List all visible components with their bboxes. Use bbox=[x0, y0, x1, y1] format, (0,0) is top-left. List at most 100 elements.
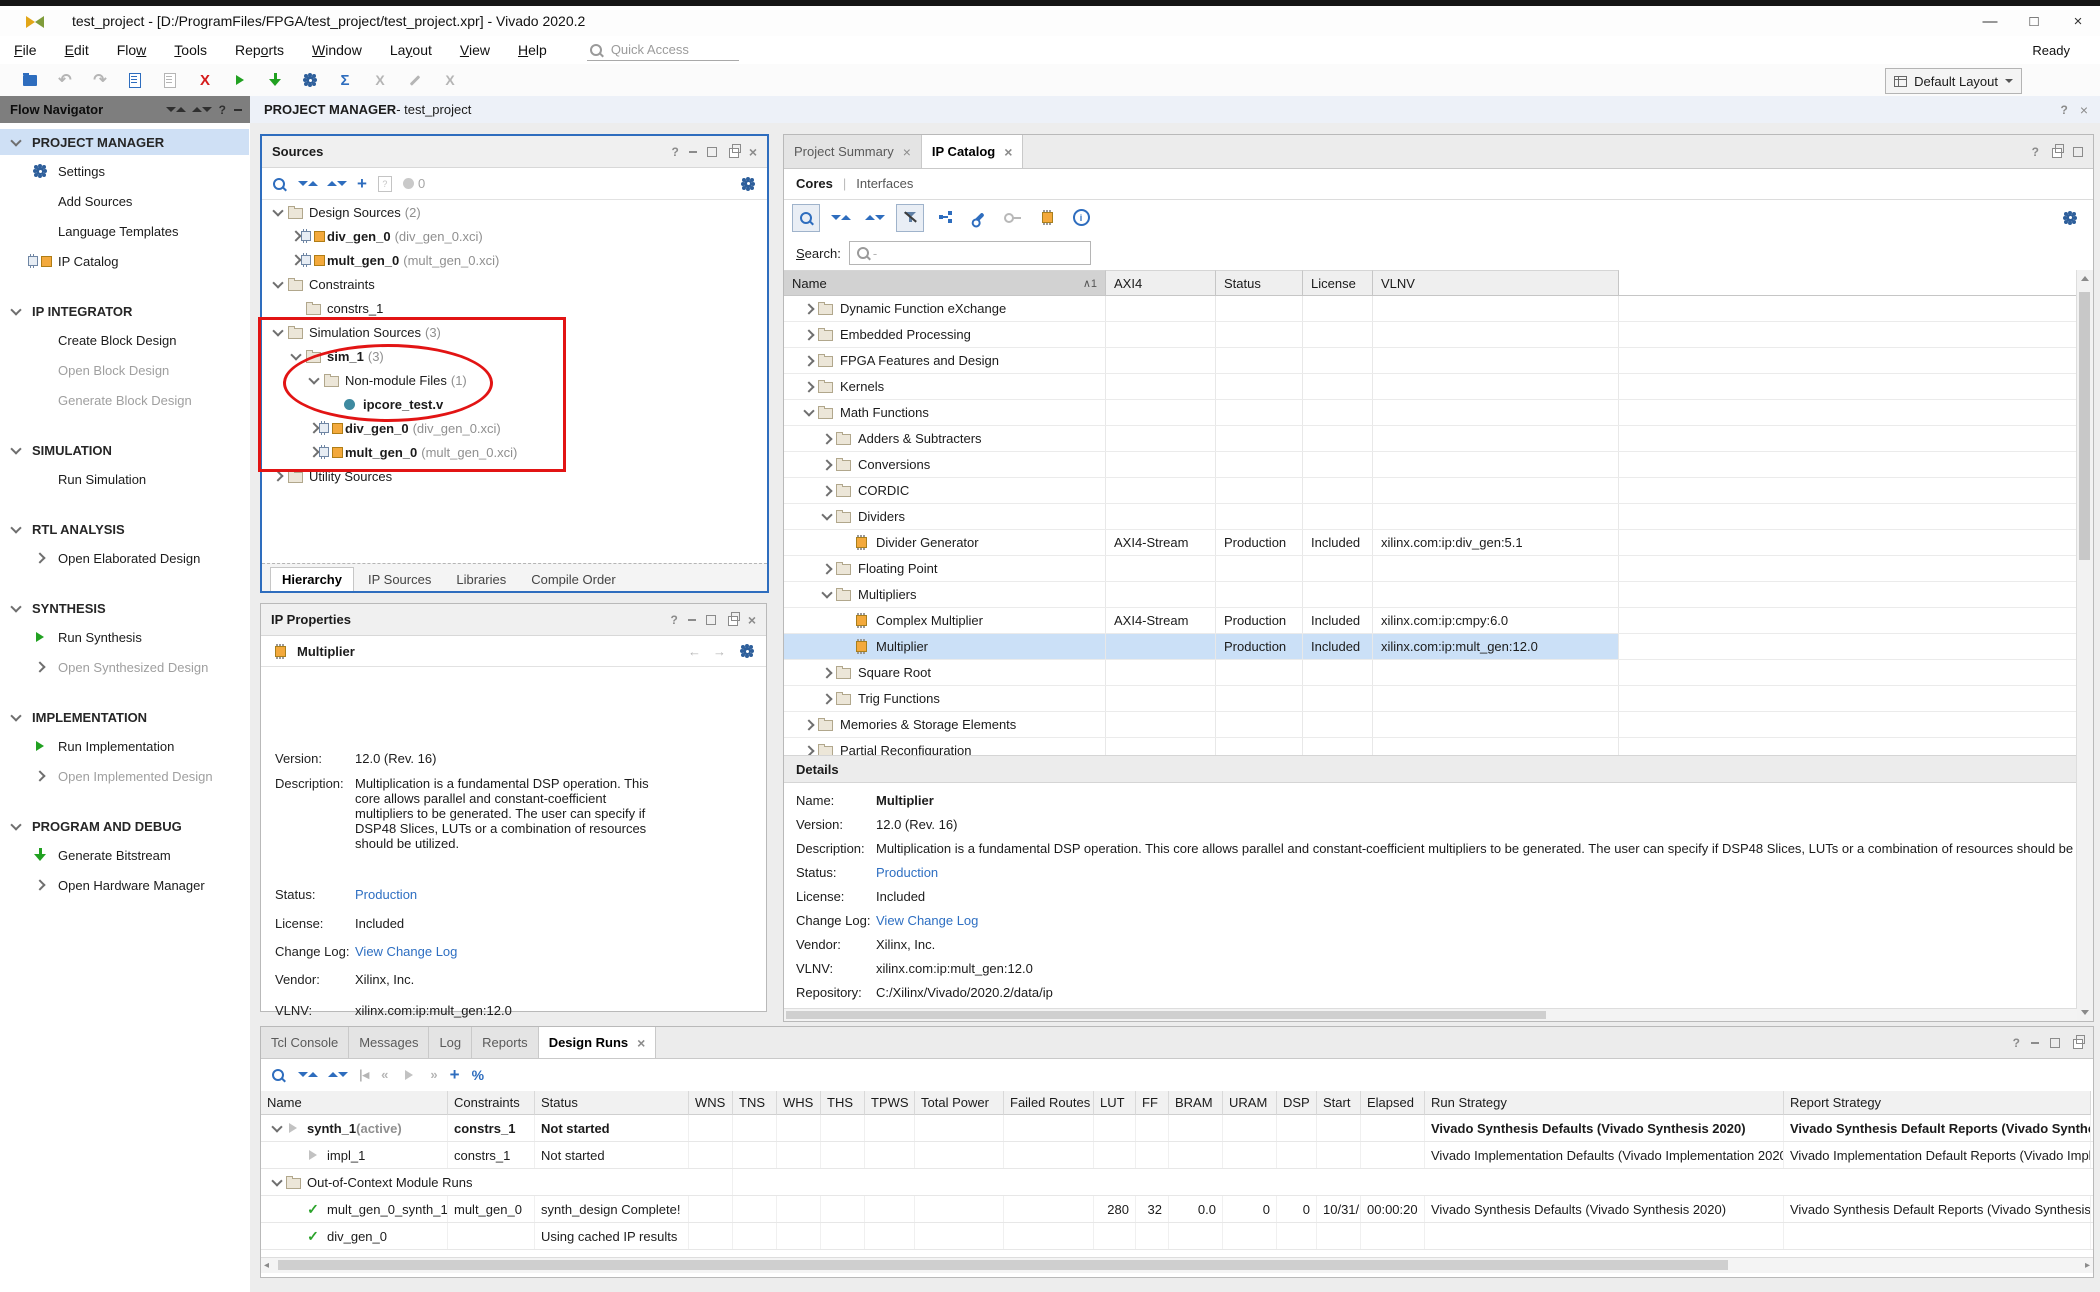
tab-ip-catalog[interactable]: IP Catalog× bbox=[922, 135, 1024, 168]
sidebar-section-simulation[interactable]: SIMULATION bbox=[0, 437, 249, 463]
sidebar-item-open-elaborated-design[interactable]: Open Elaborated Design bbox=[0, 545, 249, 571]
tree-item-non-module-files[interactable]: Non-module Files(1) bbox=[262, 368, 767, 392]
sidebar-item-generate-bitstream[interactable]: Generate Bitstream bbox=[0, 842, 249, 868]
help-icon[interactable]: ? bbox=[670, 613, 677, 627]
column-header-start[interactable]: Start bbox=[1317, 1091, 1361, 1115]
toolbar-clear-button[interactable]: X bbox=[434, 67, 466, 93]
tree-item-div-gen-0[interactable]: div_gen_0(div_gen_0.xci) bbox=[262, 224, 767, 248]
column-header-tns[interactable]: TNS bbox=[733, 1091, 777, 1115]
maximize-button[interactable]: □ bbox=[2012, 13, 2056, 30]
help-icon[interactable]: ? bbox=[219, 103, 226, 117]
close-button[interactable]: × bbox=[2056, 13, 2100, 30]
chevron-down-icon[interactable] bbox=[10, 443, 21, 454]
tree-item-mult-gen-0[interactable]: mult_gen_0(mult_gen_0.xci) bbox=[262, 248, 767, 272]
run-row-out-of-context-module-runs[interactable]: Out-of-Context Module Runs bbox=[261, 1169, 2093, 1196]
toolbar-settings-button[interactable] bbox=[294, 67, 326, 93]
tree-item-mult-gen-0[interactable]: mult_gen_0(mult_gen_0.xci) bbox=[262, 440, 767, 464]
tab-libraries[interactable]: Libraries bbox=[445, 568, 517, 591]
toolbar-open-project-button[interactable] bbox=[14, 67, 46, 93]
chevron-right-icon[interactable] bbox=[821, 459, 832, 470]
chevron-down-icon[interactable] bbox=[10, 135, 21, 146]
column-header-dsp[interactable]: DSP bbox=[1277, 1091, 1317, 1115]
tab-compile-order[interactable]: Compile Order bbox=[520, 568, 627, 591]
catalog-row-floating-point[interactable]: Floating Point bbox=[784, 556, 2077, 582]
close-icon[interactable]: × bbox=[2080, 102, 2088, 118]
menu-edit[interactable]: Edit bbox=[51, 42, 103, 58]
column-header-elapsed[interactable]: Elapsed bbox=[1361, 1091, 1425, 1115]
chevron-down-icon[interactable] bbox=[10, 710, 21, 721]
sidebar-item-open-implemented-design[interactable]: Open Implemented Design bbox=[0, 763, 249, 789]
sidebar-section-ip-integrator[interactable]: IP INTEGRATOR bbox=[0, 298, 249, 324]
chevron-down-icon[interactable] bbox=[308, 373, 319, 384]
expand-all-icon[interactable] bbox=[329, 1066, 347, 1084]
collapse-all-icon[interactable] bbox=[299, 175, 317, 193]
toolbar-report-button[interactable]: Σ bbox=[329, 67, 361, 93]
group-by-icon[interactable] bbox=[932, 205, 958, 231]
run-row-synth-1[interactable]: synth_1 (active)constrs_1Not startedViva… bbox=[261, 1115, 2093, 1142]
toolbar-run-button[interactable] bbox=[224, 67, 256, 93]
search-input[interactable]: - bbox=[849, 241, 1091, 265]
horizontal-scrollbar[interactable] bbox=[784, 1008, 2077, 1021]
menu-view[interactable]: View bbox=[446, 42, 504, 58]
minimize-panel-icon[interactable] bbox=[688, 619, 696, 621]
tab-log[interactable]: Log bbox=[429, 1027, 472, 1058]
catalog-row-fpga-features-and-design[interactable]: FPGA Features and Design bbox=[784, 348, 2077, 374]
chevron-right-icon[interactable] bbox=[308, 446, 319, 457]
run-row-div-gen-0[interactable]: ✓div_gen_0Using cached IP results bbox=[261, 1223, 2093, 1250]
chevron-down-icon[interactable] bbox=[10, 522, 21, 533]
tree-item-constraints[interactable]: Constraints bbox=[262, 272, 767, 296]
chevron-right-icon[interactable] bbox=[308, 422, 319, 433]
column-header-ff[interactable]: FF bbox=[1136, 1091, 1169, 1115]
float-panel-icon[interactable] bbox=[728, 616, 738, 626]
tab-interfaces[interactable]: Interfaces bbox=[856, 176, 913, 191]
sidebar-item-open-block-design[interactable]: Open Block Design bbox=[0, 357, 249, 383]
sidebar-item-run-implementation[interactable]: Run Implementation bbox=[0, 733, 249, 759]
float-panel-icon[interactable] bbox=[2052, 148, 2062, 158]
tree-item-utility-sources[interactable]: Utility Sources bbox=[262, 464, 767, 488]
close-tab-icon[interactable]: × bbox=[903, 144, 911, 160]
tree-item-sim-1[interactable]: sim_1(3) bbox=[262, 344, 767, 368]
chevron-right-icon[interactable] bbox=[821, 433, 832, 444]
maximize-panel-icon[interactable] bbox=[706, 615, 716, 625]
forward-icon[interactable]: → bbox=[713, 644, 726, 659]
minimize-panel-icon[interactable] bbox=[2031, 1042, 2039, 1044]
minimize-panel-icon[interactable] bbox=[234, 109, 242, 111]
catalog-row-multiplier[interactable]: MultiplierProductionIncludedxilinx.com:i… bbox=[784, 634, 2077, 660]
column-header-wns[interactable]: WNS bbox=[689, 1091, 733, 1115]
tree-item-constrs-1[interactable]: constrs_1 bbox=[262, 296, 767, 320]
sidebar-section-rtl-analysis[interactable]: RTL ANALYSIS bbox=[0, 516, 249, 542]
customize-wrench-icon[interactable] bbox=[966, 205, 992, 231]
chevron-right-icon[interactable] bbox=[803, 303, 814, 314]
chevron-right-icon[interactable] bbox=[821, 563, 832, 574]
sidebar-item-language-templates[interactable]: Language Templates bbox=[0, 218, 249, 244]
toolbar-redo-button[interactable]: ↷ bbox=[84, 67, 116, 93]
sidebar-item-settings[interactable]: Settings bbox=[0, 158, 249, 184]
toolbar-generate-bitstream-button[interactable] bbox=[259, 67, 291, 93]
search-icon[interactable] bbox=[792, 204, 820, 232]
sidebar-section-synthesis[interactable]: SYNTHESIS bbox=[0, 595, 249, 621]
field-value[interactable]: Production bbox=[355, 887, 417, 902]
help-icon[interactable]: ? bbox=[2060, 103, 2067, 117]
filter-off-icon[interactable] bbox=[896, 204, 924, 232]
chevron-down-icon[interactable] bbox=[10, 601, 21, 612]
expand-all-icon[interactable] bbox=[328, 175, 346, 193]
tab-design-runs[interactable]: Design Runs× bbox=[539, 1027, 657, 1058]
maximize-panel-icon[interactable] bbox=[707, 147, 717, 157]
column-header-status[interactable]: Status bbox=[1216, 270, 1303, 296]
menu-file[interactable]: File bbox=[0, 42, 51, 58]
chevron-right-icon[interactable] bbox=[821, 693, 832, 704]
toolbar-validate-button[interactable]: X bbox=[364, 67, 396, 93]
tree-item-div-gen-0[interactable]: div_gen_0(div_gen_0.xci) bbox=[262, 416, 767, 440]
layout-selector[interactable]: Default Layout bbox=[1885, 68, 2022, 94]
minimize-button[interactable]: — bbox=[1968, 13, 2012, 30]
close-panel-icon[interactable]: × bbox=[749, 144, 757, 160]
tab-messages[interactable]: Messages bbox=[349, 1027, 429, 1058]
column-header-status[interactable]: Status bbox=[535, 1091, 689, 1115]
float-panel-icon[interactable] bbox=[2073, 1039, 2083, 1049]
chevron-right-icon[interactable] bbox=[290, 230, 301, 241]
tab-hierarchy[interactable]: Hierarchy bbox=[270, 567, 354, 591]
chevron-right-icon[interactable] bbox=[821, 485, 832, 496]
column-header-vlnv[interactable]: VLNV bbox=[1373, 270, 1619, 296]
menu-tools[interactable]: Tools bbox=[160, 42, 221, 58]
chevron-down-icon[interactable] bbox=[272, 325, 283, 336]
